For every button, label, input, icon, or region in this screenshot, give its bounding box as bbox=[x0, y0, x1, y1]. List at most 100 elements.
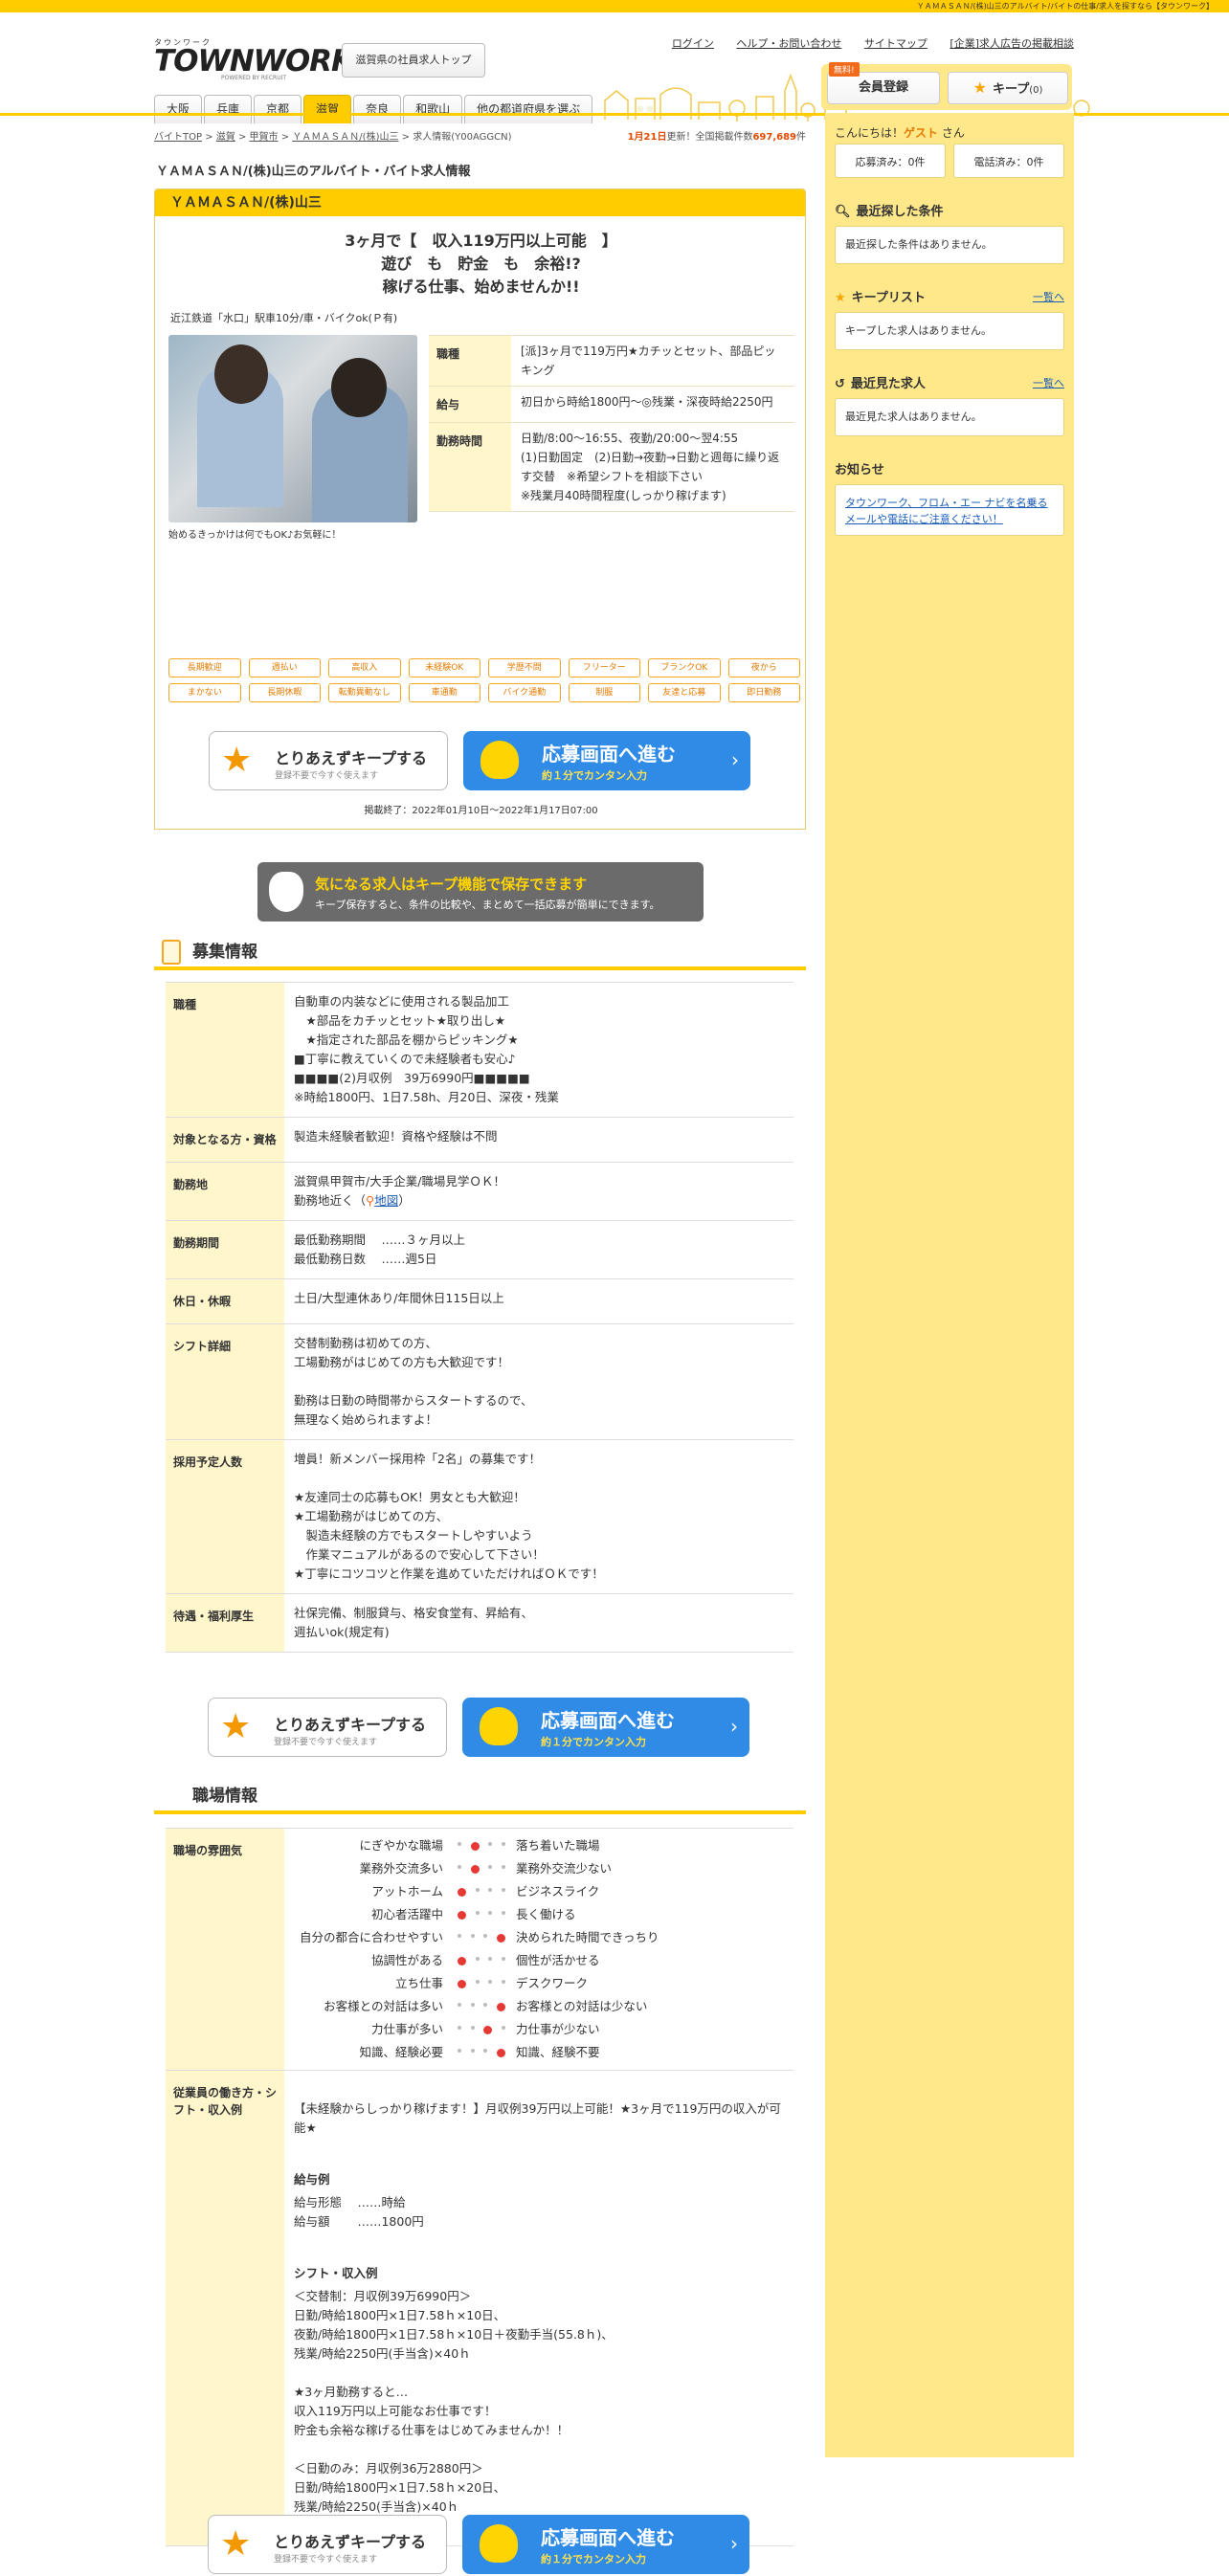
example-value: 【未経験からしっかり稼げます！】月収例39万円以上可能！★3ヶ月で119万円の収… bbox=[284, 2071, 793, 2545]
mood-row: 協調性がある 個性が活かせる bbox=[284, 1949, 793, 1972]
pref-top-button[interactable]: 滋賀県の社員求人トップ bbox=[342, 43, 485, 78]
mood-dot bbox=[470, 2048, 475, 2053]
apply-button[interactable]: 応募画面へ進む 約１分でカンタン入力 › bbox=[462, 2515, 749, 2574]
chevron-right-icon: › bbox=[730, 2532, 738, 2555]
pref-tab-kyoto[interactable]: 京都 bbox=[254, 95, 302, 123]
mood-dot bbox=[470, 1841, 480, 1851]
recent-view-heading: ↺ 最近見た求人 一覧へ bbox=[835, 373, 1064, 391]
breadcrumb-sep: > bbox=[280, 132, 290, 143]
breadcrumb-item[interactable]: 甲賀市 bbox=[250, 132, 279, 143]
mood-dots bbox=[453, 1910, 510, 1920]
recruit-label: 対象となる方・資格 bbox=[166, 1118, 284, 1162]
photo-caption: 始めるきっかけは何でもOK♪お気軽に！ bbox=[168, 530, 342, 541]
map-link[interactable]: 地図 bbox=[374, 1193, 398, 1208]
catch-line: 稼げる仕事、始めませんか!! bbox=[382, 278, 580, 296]
table-row: 勤務地 滋賀県甲賀市/大手企業/職場見学ＯＫ！ 勤務地近く（⚲地図） bbox=[166, 1163, 793, 1221]
recruit-value: 最低勤務期間 ……３ヶ月以上 最低勤務日数 ……週5日 bbox=[294, 1232, 465, 1266]
summary-value: 初日から時給1800円～◎残業・深夜時給2250円 bbox=[521, 395, 773, 409]
apply-button[interactable]: 応募画面へ進む 約１分でカンタン入力 › bbox=[462, 1698, 749, 1757]
feature-tag: 週払い bbox=[248, 658, 321, 677]
mood-dot bbox=[502, 2025, 506, 2030]
apply-button[interactable]: 応募画面へ進む 約１分でカンタン入力 › bbox=[463, 731, 750, 790]
mood-row: 業務外交流多い 業務外交流少ない bbox=[284, 1857, 793, 1880]
keep-count: (0) bbox=[1029, 85, 1043, 96]
townwork-logo[interactable]: タウンワーク TOWNWORK POWERED BY RECRUIT bbox=[154, 37, 354, 83]
recruit-label: 待遇・福利厚生 bbox=[166, 1594, 284, 1652]
paren: （ bbox=[353, 1193, 367, 1208]
member-register-button[interactable]: 会員登録 bbox=[827, 72, 940, 104]
applied-count[interactable]: 応募済み：0件 bbox=[835, 144, 946, 178]
feature-tag: 高収入 bbox=[328, 658, 401, 677]
mood-dot bbox=[475, 1887, 480, 1892]
pref-tab-wakayama[interactable]: 和歌山 bbox=[403, 95, 463, 123]
breadcrumb-item[interactable]: 滋賀 bbox=[216, 132, 235, 143]
example-label: 従業員の働き方・シフト・収入例 bbox=[166, 2071, 284, 2545]
mood-dot bbox=[488, 1979, 493, 1984]
chevron-right-icon: › bbox=[730, 1715, 738, 1738]
called-count[interactable]: 電話済み：0件 bbox=[953, 144, 1064, 178]
mood-left: 初心者活躍中 bbox=[370, 1907, 443, 1921]
mood-dots bbox=[453, 1887, 510, 1897]
keep-feature-banner[interactable]: 気になる求人はキープ機能で保存できます キープ保存すると、条件の比較や、まとめて… bbox=[257, 862, 704, 922]
pref-tab-nara[interactable]: 奈良 bbox=[353, 95, 402, 123]
star-icon: ★ bbox=[972, 78, 987, 97]
login-link[interactable]: ログイン bbox=[672, 37, 714, 50]
summary-row: 勤務時間 日勤/8:00～16:55、夜勤/20:00～翌4:55 (1)日勤固定… bbox=[429, 423, 794, 512]
recent-search-heading: 🔍︎ 最近探した条件 bbox=[835, 201, 1064, 219]
mood-dot bbox=[483, 1933, 488, 1938]
summary-label: 給与 bbox=[429, 387, 511, 422]
mood-dots bbox=[453, 2048, 510, 2057]
top-banner-text: ＹＡＭＡＳＡＮ/(株)山三のアルバイト/バイトの仕事/求人を探すなら【タウンワー… bbox=[0, 0, 1229, 12]
mood-dot bbox=[475, 1956, 480, 1961]
mood-row: お客様との対話は多い お客様との対話は少ない bbox=[284, 1995, 793, 2018]
recruit-label: シフト詳細 bbox=[166, 1324, 284, 1439]
keep-list-more-link[interactable]: 一覧へ bbox=[1033, 289, 1064, 304]
mood-dots bbox=[453, 1841, 510, 1851]
bird-mascot-icon bbox=[480, 741, 519, 779]
keep-list-button[interactable]: ★ キープ(0) bbox=[948, 72, 1068, 104]
recruit-section-title: 募集情報 bbox=[192, 943, 257, 962]
pref-tab-other[interactable]: 他の都道府県を選ぶ bbox=[464, 95, 593, 123]
help-link[interactable]: ヘルプ・お問い合わせ bbox=[736, 37, 841, 50]
keep-job-button[interactable]: ★ とりあえずキープする 登録不要で今すぐ使えます bbox=[208, 2515, 447, 2574]
breadcrumb-item[interactable]: ＹＡＭＡＳＡＮ/(株)山三 bbox=[292, 132, 398, 143]
recent-search-box: 最近探した条件はありません。 bbox=[835, 226, 1064, 264]
mood-dot bbox=[497, 2002, 506, 2011]
summary-row: 職種 [派]3ヶ月で119万円★カチッとセット、部品ピッキング bbox=[429, 336, 794, 387]
keep-job-button[interactable]: ★ とりあえずキープする 登録不要で今すぐ使えます bbox=[209, 731, 448, 790]
pref-tab-hyogo[interactable]: 兵庫 bbox=[204, 95, 253, 123]
recent-view-more-link[interactable]: 一覧へ bbox=[1033, 375, 1064, 390]
map-pin-icon: ⚲ bbox=[366, 1193, 375, 1208]
recruit-label: 職種 bbox=[166, 983, 284, 1117]
mood-dot bbox=[488, 1910, 493, 1915]
workplace-table: 職場の雰囲気 にぎやかな職場 落ち着いた職場 業務外交流多い 業務外交流少ない アットホ… bbox=[166, 1828, 793, 2546]
summary-value: 日勤/8:00～16:55、夜勤/20:00～翌4:55 (1)日勤固定 (2)… bbox=[521, 432, 780, 502]
sitemap-link[interactable]: サイトマップ bbox=[864, 37, 927, 50]
mood-dot bbox=[470, 2025, 475, 2030]
mood-right: 決められた時間できっちり bbox=[516, 1930, 659, 1944]
mood-dot bbox=[457, 1841, 461, 1846]
keep-banner-title: 気になる求人はキープ機能で保存できます bbox=[315, 876, 588, 893]
mood-left: 立ち仕事 bbox=[394, 1976, 443, 1990]
notice-link[interactable]: タウンワーク、フロム・エー ナビを名乗るメールや電話にご注意ください！ bbox=[845, 497, 1048, 525]
logo-text: TOWNWORK bbox=[154, 44, 354, 78]
pref-tab-osaka[interactable]: 大阪 bbox=[154, 95, 203, 123]
mood-dot bbox=[488, 1841, 493, 1846]
job-card: ＹＡＭＡＳＡＮ/(株)山三 3ヶ月で【 収入119万円以上可能 】 遊び も 貯… bbox=[154, 189, 806, 830]
posting-period: 掲載終了：2022年01月10日～2022年1月17日07:00 bbox=[364, 806, 598, 816]
station-access: 近江鉄道「水口」駅車10分/車・バイクok(Ｐ有) bbox=[170, 312, 398, 324]
action-buttons: ★ とりあえずキープする 登録不要で今すぐ使えます 応募画面へ進む 約１分でカン… bbox=[208, 1698, 749, 1759]
feature-tag: 即日勤務 bbox=[727, 683, 800, 702]
mood-left: 力仕事が多い bbox=[370, 2022, 443, 2036]
bird-mascot-icon bbox=[480, 1707, 518, 1745]
mood-dot bbox=[488, 1864, 493, 1869]
site-header: タウンワーク TOWNWORK POWERED BY RECRUIT 滋賀県の社… bbox=[0, 12, 1229, 123]
pref-tab-shiga[interactable]: 滋賀 bbox=[303, 95, 352, 123]
breadcrumb-item[interactable]: バイトTOP bbox=[154, 132, 202, 143]
recruit-label: 勤務期間 bbox=[166, 1221, 284, 1278]
mood-right: 個性が活かせる bbox=[516, 1953, 600, 1967]
job-photo bbox=[168, 335, 417, 522]
keep-job-button[interactable]: ★ とりあえずキープする 登録不要で今すぐ使えます bbox=[208, 1698, 447, 1757]
advertise-link[interactable]: [企業]求人広告の掲載相談 bbox=[950, 37, 1074, 50]
star-icon: ★ bbox=[835, 291, 846, 305]
